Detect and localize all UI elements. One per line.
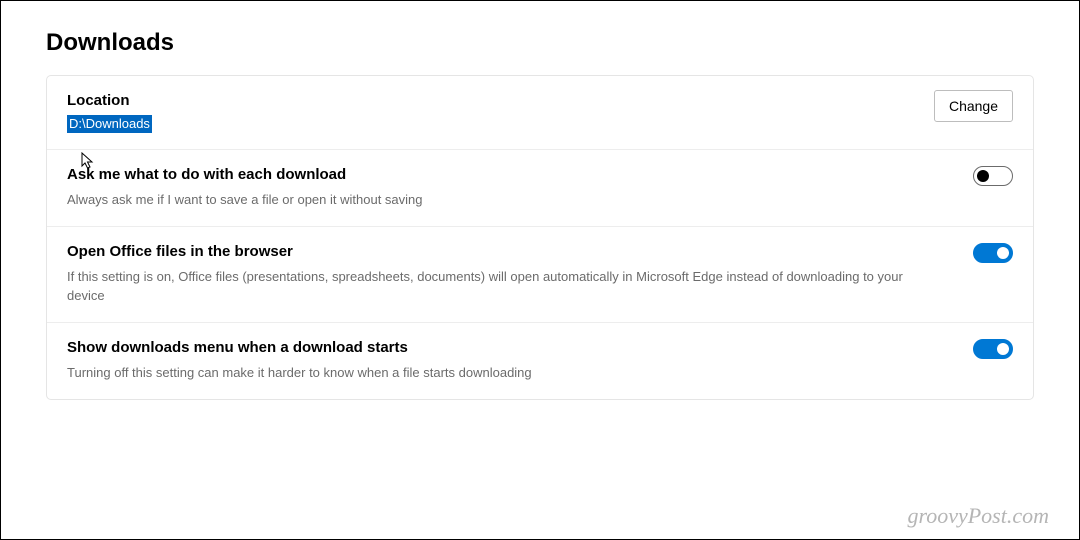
- location-row: Location D:\Downloads Change: [47, 76, 1033, 150]
- ask-title: Ask me what to do with each download: [67, 164, 943, 185]
- show-menu-text: Show downloads menu when a download star…: [67, 337, 973, 383]
- ask-each-download-row: Ask me what to do with each download Alw…: [47, 150, 1033, 227]
- settings-card: Location D:\Downloads Change Ask me what…: [46, 75, 1034, 400]
- ask-toggle[interactable]: [973, 166, 1013, 186]
- location-label: Location: [67, 90, 904, 111]
- office-desc: If this setting is on, Office files (pre…: [67, 268, 943, 306]
- office-toggle[interactable]: [973, 243, 1013, 263]
- show-downloads-menu-row: Show downloads menu when a download star…: [47, 323, 1033, 399]
- show-menu-desc: Turning off this setting can make it har…: [67, 364, 943, 383]
- show-menu-toggle[interactable]: [973, 339, 1013, 359]
- ask-text: Ask me what to do with each download Alw…: [67, 164, 973, 210]
- location-text: Location D:\Downloads: [67, 90, 934, 133]
- page-title: Downloads: [46, 29, 1034, 57]
- open-office-row: Open Office files in the browser If this…: [47, 227, 1033, 323]
- ask-desc: Always ask me if I want to save a file o…: [67, 191, 943, 210]
- location-path[interactable]: D:\Downloads: [67, 115, 152, 133]
- downloads-settings-page: Downloads Location D:\Downloads Change A…: [1, 1, 1079, 400]
- office-text: Open Office files in the browser If this…: [67, 241, 973, 306]
- office-title: Open Office files in the browser: [67, 241, 943, 262]
- change-location-button[interactable]: Change: [934, 90, 1013, 122]
- watermark: groovyPost.com: [907, 503, 1049, 529]
- show-menu-title: Show downloads menu when a download star…: [67, 337, 943, 358]
